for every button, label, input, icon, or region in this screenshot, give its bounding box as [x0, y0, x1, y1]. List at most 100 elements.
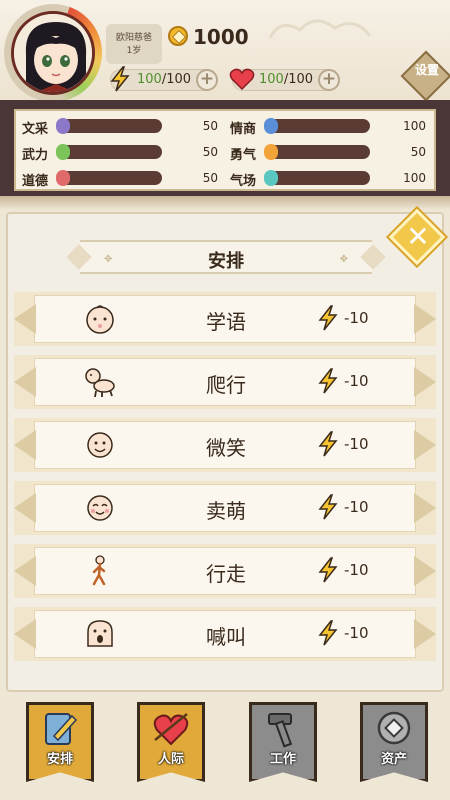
- action-row[interactable]: 学语 -10: [14, 292, 436, 346]
- title-ornament-right: ✥: [339, 254, 348, 265]
- energy-cost: -10: [344, 372, 369, 390]
- smile-face-icon: [87, 432, 113, 458]
- add-energy-button[interactable]: +: [196, 69, 218, 91]
- stat-bar-fill: [264, 144, 278, 160]
- action-row[interactable]: 卖萌 -10: [14, 481, 436, 535]
- row-ornament-right: [414, 619, 436, 649]
- stat-bar: [56, 118, 162, 134]
- lightning-bolt-icon: [318, 557, 338, 583]
- frame-divider: [0, 196, 450, 210]
- action-label: 爬行: [206, 373, 246, 397]
- stat-value: 50: [202, 171, 218, 185]
- lightning-bolt-icon: [110, 66, 130, 92]
- settings-label: 设置: [414, 63, 439, 77]
- player-age: 1岁: [126, 46, 142, 56]
- stat-bar-fill: [264, 170, 278, 186]
- energy-max: /100: [161, 72, 192, 87]
- baby-face-icon: [86, 305, 114, 334]
- energy-cost: -10: [344, 309, 369, 327]
- row-ornament-right: [414, 493, 436, 523]
- energy-cost: -10: [344, 624, 369, 642]
- stat-bar-fill: [264, 118, 278, 134]
- energy-current: 100: [137, 72, 162, 87]
- action-row[interactable]: 行走 -10: [14, 544, 436, 598]
- energy-cost: -10: [344, 561, 369, 579]
- nav-label: 工作: [269, 752, 296, 767]
- stat-value: 100: [403, 171, 426, 185]
- coin-icon: [377, 711, 411, 745]
- stat-bar-fill: [56, 118, 70, 134]
- nav-label: 安排: [46, 752, 73, 767]
- cute-face-icon: [87, 495, 113, 521]
- health-current: 100: [259, 72, 284, 87]
- crawling-baby-icon: [85, 368, 115, 398]
- row-ornament-left: [14, 556, 36, 586]
- energy-cost: -10: [344, 498, 369, 516]
- row-ornament-right: [414, 430, 436, 460]
- stat-bar: [264, 118, 370, 134]
- action-label: 学语: [206, 310, 246, 334]
- nav-button[interactable]: 人际: [137, 702, 205, 782]
- stat-bar-fill: [56, 170, 70, 186]
- add-health-button[interactable]: +: [318, 69, 340, 91]
- heart-arrow-icon: [153, 713, 189, 746]
- action-label: 卖萌: [206, 499, 246, 523]
- player-name-plate: 欧阳慈爸 1岁: [106, 24, 162, 64]
- stat-label: 道德: [22, 174, 49, 189]
- row-ornament-right: [414, 304, 436, 334]
- stat-label: 情商: [230, 122, 257, 137]
- nav-label: 资产: [380, 752, 407, 767]
- action-label: 喊叫: [206, 625, 246, 649]
- row-ornament-left: [14, 304, 36, 334]
- stat-bar: [56, 144, 162, 160]
- coin-icon: [168, 26, 188, 46]
- energy-cost: -10: [344, 435, 369, 453]
- row-ornament-left: [14, 493, 36, 523]
- heart-icon: [229, 68, 255, 91]
- avatar-portrait: [11, 11, 95, 95]
- nav-button[interactable]: 工作: [249, 702, 317, 782]
- player-avatar[interactable]: [4, 4, 102, 102]
- cloud-decoration: [268, 19, 372, 39]
- stat-value: 50: [410, 145, 426, 159]
- panel-title-banner: ✥ 安排 ✥: [80, 240, 372, 274]
- stat-value: 50: [202, 145, 218, 159]
- action-label: 行走: [206, 562, 246, 586]
- action-row[interactable]: 爬行 -10: [14, 355, 436, 409]
- health-max: /100: [283, 72, 314, 87]
- lightning-bolt-icon: [318, 620, 338, 646]
- row-ornament-left: [14, 367, 36, 397]
- nav-label: 人际: [157, 752, 184, 767]
- stat-bar-fill: [56, 144, 70, 160]
- walking-figure-icon: [92, 555, 106, 586]
- stat-label: 气场: [230, 174, 257, 189]
- lightning-bolt-icon: [318, 431, 338, 457]
- lightning-bolt-icon: [318, 494, 338, 520]
- nav-button[interactable]: 资产: [360, 702, 428, 782]
- player-name: 欧阳慈爸: [115, 33, 152, 43]
- coin-count: 1000: [193, 25, 249, 49]
- nav-button[interactable]: 安排: [26, 702, 94, 782]
- row-ornament-left: [14, 619, 36, 649]
- row-ornament-right: [414, 556, 436, 586]
- stat-bar: [56, 170, 162, 186]
- stat-value: 100: [403, 119, 426, 133]
- hammer-icon: [268, 713, 293, 748]
- row-ornament-right: [414, 367, 436, 397]
- stat-value: 50: [202, 119, 218, 133]
- notebook-pencil-icon: [45, 713, 78, 745]
- stat-label: 武力: [22, 148, 49, 163]
- stat-label: 勇气: [230, 148, 257, 163]
- lightning-bolt-icon: [318, 368, 338, 394]
- action-row[interactable]: 微笑 -10: [14, 418, 436, 472]
- panel-title: 安排: [208, 251, 244, 272]
- stat-label: 文采: [22, 122, 49, 137]
- stat-bar: [264, 170, 370, 186]
- action-label: 微笑: [206, 436, 246, 460]
- lightning-bolt-icon: [318, 305, 338, 331]
- shouting-face-icon: [87, 620, 113, 647]
- row-ornament-left: [14, 430, 36, 460]
- close-icon: ✕: [406, 220, 430, 253]
- action-row[interactable]: 喊叫 -10: [14, 607, 436, 661]
- stat-bar: [264, 144, 370, 160]
